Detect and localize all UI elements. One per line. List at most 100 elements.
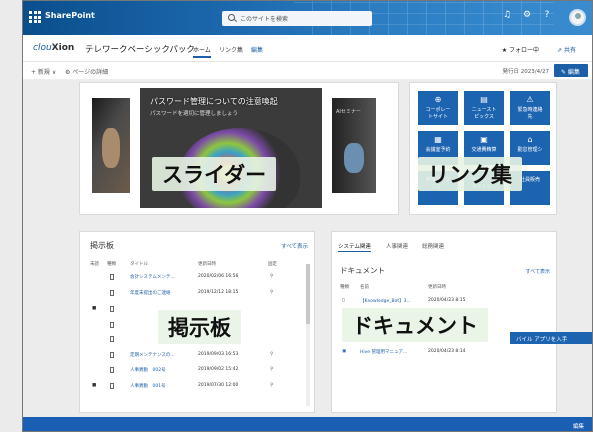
document-icon [110,274,114,280]
pin-icon[interactable]: ⚲ [270,367,273,372]
bulletin-item-title[interactable]: 会計システムメンテ... [130,274,175,280]
quick-link-tile[interactable]: ⚠ 緊急時連絡 先 [510,91,550,125]
slider-overlay-label: スライダー [152,157,277,191]
bulletin-item-date: 2019/09/03 16:53 [198,352,239,357]
slider-webpart: パスワード管理についての注意喚起 パスワードを適切に管理しましょう AIセミナー… [79,82,399,215]
unread-marker: ■ [92,383,97,388]
pin-icon[interactable]: ⚲ [270,352,273,357]
document-date: 2020/04/23 8:15 [428,298,466,303]
bulletin-row[interactable]: 人事異動 002号 2019/09/02 15:42 ⚲ [90,367,290,378]
documents-see-all-link[interactable]: すべて表示 [526,268,550,275]
app-launcher-icon[interactable] [29,11,41,23]
calendar-icon: ▦ [434,135,442,144]
document-icon [110,367,114,373]
document-icon [110,322,114,328]
edit-button[interactable]: ✎ 編集 [554,64,588,77]
bulletin-see-all-link[interactable]: すべて表示 [281,242,308,250]
avatar[interactable] [569,9,586,26]
document-icon [110,290,114,296]
bulletin-item-title[interactable]: 人事異動 001号 [130,383,166,389]
documents-webpart: システム関連 人事関連 総務関連 ドキュメント すべて表示 種類 名前 更新日時… [331,231,592,413]
nav-edit[interactable]: 編集 [251,45,263,54]
pin-icon[interactable]: ⚲ [270,274,273,279]
word-file-icon: ▣ [342,349,347,354]
help-icon[interactable]: ? [540,10,554,20]
follow-button[interactable]: ★ フォロー中 [502,45,539,54]
document-icon [110,383,114,389]
site-logo[interactable]: clouXion [33,43,74,53]
bulletin-overlay-label: 掲示板 [158,310,241,344]
browser-frame: SharePoint このサイトを検索 ♫ ⚙ ? clouXion テレワーク… [22,0,593,432]
bulletin-row[interactable]: ■ 人事異動 001号 2019/07/30 12:00 ⚲ [90,383,290,394]
tab-general-affairs[interactable]: 総務関連 [422,242,444,250]
document-icon [110,306,114,312]
document-name[interactable]: 【Knowledge_Bot】3... [360,298,411,304]
quick-link-tile[interactable]: ⊕ コーポレー トサイト [418,91,458,125]
search-placeholder: このサイトを検索 [240,16,289,23]
quick-link-label: 交通費精算 [471,147,497,154]
documents-title: ドキュメント [340,266,385,275]
quick-link-label: 社員販売 [519,177,540,183]
tab-system[interactable]: システム関連 [338,242,371,252]
get-mobile-app-button[interactable]: バイル アプリを入手 [510,332,592,344]
quick-link-tile[interactable]: ▤ ニュースト ピックス [464,91,504,125]
site-title[interactable]: テレワークベーシックパック [85,43,195,55]
page-details-button[interactable]: ⚙ ページの詳細 [65,67,108,76]
attendance-icon: ⌂ [527,135,533,144]
bulletin-item-title[interactable]: 年度末提出のご連絡 [130,290,171,296]
column-doc-name[interactable]: 名前 [360,284,369,290]
quick-link-label: コーポレー トサイト [425,107,451,120]
column-unread[interactable]: 未読 [90,261,99,267]
bulletin-row[interactable]: 定期メンテナンスの... 2019/09/03 16:53 ⚲ [90,352,290,363]
share-button[interactable]: ⇗ 共有 [557,45,576,54]
column-doc-type[interactable]: 種類 [340,284,349,290]
search-box[interactable]: このサイトを検索 [222,11,372,26]
column-title[interactable]: タイトル [130,261,148,267]
news-icon: ▤ [480,95,488,104]
app-name[interactable]: SharePoint [45,11,95,20]
slide-subtitle: パスワードを適切に管理しましょう [150,111,239,117]
column-doc-updated[interactable]: 更新日時 [428,284,446,290]
tab-hr[interactable]: 人事関連 [386,242,408,250]
column-updated[interactable]: 更新日時 [198,261,216,267]
pin-icon[interactable]: ⚲ [270,290,273,295]
pin-icon[interactable]: ⚲ [270,383,273,388]
document-icon [110,336,114,342]
document-name[interactable]: Hive 管理用マニュア... [360,349,407,355]
bulletin-item-date: 2020/02/06 16:56 [198,274,239,279]
column-pinned[interactable]: 固定 [268,261,277,267]
slide-previous[interactable] [92,98,130,193]
site-header: clouXion テレワークベーシックパック ホーム リンク集 編集 ★ フォロ… [23,35,592,62]
bulletin-row[interactable]: 会計システムメンテ... 2020/02/06 16:56 ⚲ [90,274,290,285]
globe-icon: ⊕ [434,95,442,104]
page-canvas: パスワード管理についての注意喚起 パスワードを適切に管理しましょう AIセミナー… [23,80,592,417]
command-bar: + 新規 ∨ ⚙ ページの詳細 発行日 2023/4/27 ✎ 編集 [23,62,592,80]
quick-link-label: ニュースト ピックス [471,107,497,120]
quick-links-overlay-label: リンク集 [418,157,522,191]
bulletin-row[interactable]: 年度末提出のご連絡 2019/12/12 18:15 ⚲ [90,290,290,301]
quick-link-label: 緊急時連絡 先 [517,107,543,120]
new-button[interactable]: + 新規 ∨ [31,67,56,76]
document-icon [110,352,114,358]
bulletin-board-webpart: 掲示板 すべて表示 未読 種類 タイトル 更新日時 固定 会計システムメンテ..… [79,231,315,413]
document-date: 2020/04/23 8:14 [428,349,466,354]
bulletin-item-title[interactable]: 定期メンテナンスの... [130,352,175,358]
bulletin-item-date: 2019/07/30 12:00 [198,383,239,388]
search-icon [228,14,235,21]
nav-home[interactable]: ホーム [193,45,211,58]
bulletin-scrollbar[interactable] [306,264,310,406]
column-type[interactable]: 種類 [107,261,116,267]
unread-marker: ■ [92,306,97,311]
bulletin-item-date: 2019/12/12 18:15 [198,290,239,295]
nav-links[interactable]: リンク集 [219,45,243,54]
quick-links-webpart: ⊕ コーポレー トサイト ▤ ニュースト ピックス ⚠ 緊急時連絡 先 ▦ 会議室予約 ▣ 交通費… [409,82,557,215]
footer-edit-link[interactable]: 編集 [573,422,584,430]
settings-icon[interactable]: ⚙ [520,10,534,20]
suite-bar: SharePoint このサイトを検索 ♫ ⚙ ? [23,1,592,35]
published-date: 発行日 2023/4/27 [502,69,549,75]
bulletin-item-title[interactable]: 人事異動 002号 [130,367,166,373]
slide-title: パスワード管理についての注意喚起 [150,97,278,106]
slide-next[interactable]: AIセミナー [332,98,376,193]
bell-icon[interactable]: ♫ [500,10,514,20]
quick-link-label: 勤怠管理シ [517,147,543,154]
